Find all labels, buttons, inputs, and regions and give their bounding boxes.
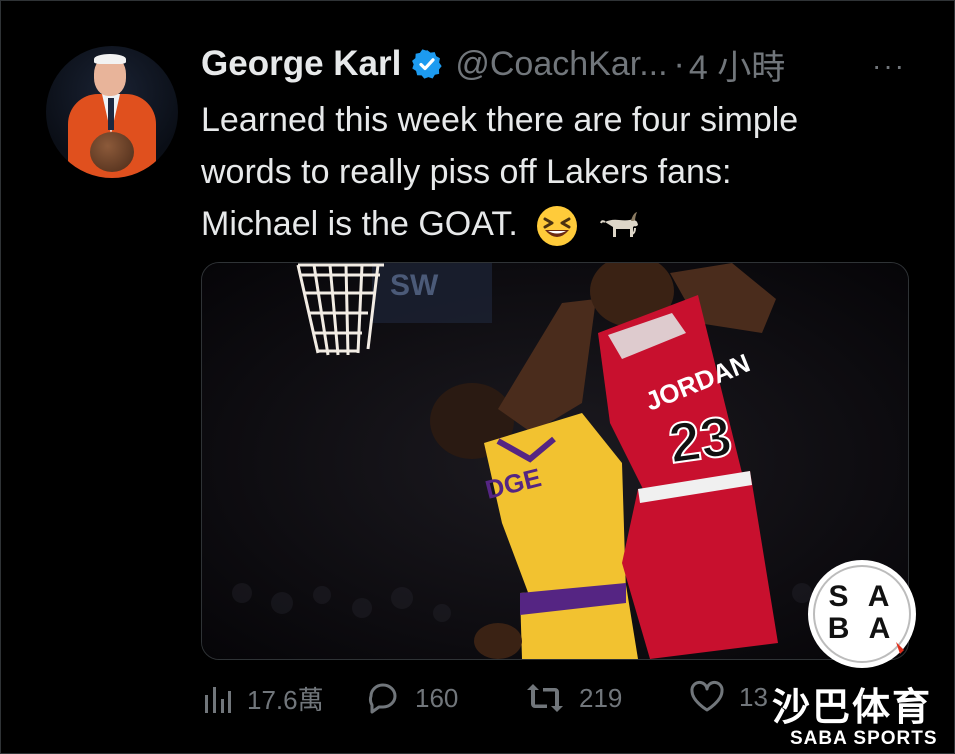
- tweet-text-line: words to really piss off Lakers fans:: [201, 153, 732, 191]
- background-player-head: [474, 623, 522, 659]
- like-button[interactable]: 13: [689, 680, 768, 714]
- verified-badge-icon: [412, 49, 443, 79]
- tweet-header: George Karl @CoachKar... · 4 小時: [201, 40, 785, 89]
- like-count: 13: [739, 681, 768, 712]
- retweet-icon: [527, 684, 563, 712]
- arena-sign-text: SW: [390, 269, 439, 302]
- retweet-button[interactable]: 219: [525, 680, 622, 716]
- tweet-text-line: Learned this week there are four simple: [201, 101, 799, 139]
- tweet-text: Learned this week there are four simple …: [201, 94, 921, 250]
- more-options-icon[interactable]: ···: [872, 50, 906, 82]
- saba-logo: S A B A: [808, 560, 916, 668]
- saba-logo-text: B A: [828, 612, 897, 645]
- bulls-jersey-number: 23: [665, 404, 735, 475]
- reply-icon: [369, 683, 397, 714]
- grinning-squinting-face-icon: [537, 206, 578, 247]
- heart-icon: [690, 680, 724, 712]
- tweet-text-line-with-emoji: Michael is the GOAT.: [201, 198, 921, 250]
- views-bar-chart-icon: [205, 686, 231, 713]
- tweet-photo[interactable]: SW DGE JORDAN 23: [201, 262, 909, 660]
- views-count: 17.6萬: [247, 685, 324, 715]
- basketball-photo: SW DGE JORDAN 23: [202, 263, 908, 659]
- saba-english-wordmark: SABA SPORTS: [790, 728, 938, 749]
- avatar[interactable]: [46, 46, 178, 178]
- reply-button[interactable]: 160: [365, 680, 458, 716]
- author-handle[interactable]: @CoachKar...: [455, 45, 667, 84]
- avatar-tie: [108, 98, 114, 130]
- retweet-count: 219: [579, 682, 623, 713]
- reply-count: 160: [415, 682, 459, 713]
- separator-dot: ·: [673, 44, 685, 83]
- views-stat[interactable]: 17.6萬: [201, 680, 324, 717]
- saba-logo-text: S A: [829, 580, 896, 613]
- goat-icon: [599, 212, 638, 238]
- timestamp[interactable]: 4 小時: [689, 40, 785, 89]
- saba-chinese-wordmark: 沙巴体育: [772, 687, 933, 729]
- author-name[interactable]: George Karl: [201, 44, 401, 84]
- tweet-text-line: Michael is the GOAT.: [201, 205, 518, 243]
- avatar-basketball: [90, 132, 134, 172]
- avatar-hair: [94, 54, 126, 64]
